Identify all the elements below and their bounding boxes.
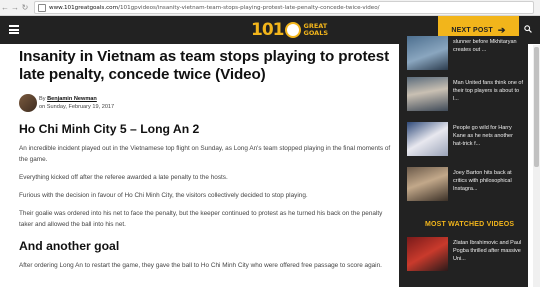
section-heading: Ho Chi Minh City 5 – Long An 2: [19, 122, 200, 136]
football-icon: [284, 22, 301, 38]
related-post-title: People go wild for Harry Kane as he nets…: [453, 125, 513, 147]
post-thumbnail: [407, 36, 448, 70]
article-paragraph: Furious with the decision in favour of H…: [19, 192, 308, 199]
most-watched-title: MOST WATCHED VIDEOS: [425, 221, 515, 228]
related-post[interactable]: People go wild for Harry Kane as he nets…: [407, 122, 524, 156]
search-icon[interactable]: [524, 24, 532, 34]
url-path: /101gpvideos/insanity-vietnam-team-stops…: [118, 4, 380, 11]
video-item[interactable]: Zlatan Ibrahimovic and Paul Pogba thrill…: [407, 237, 524, 271]
author-avatar: [19, 94, 37, 112]
post-thumbnail: [407, 122, 448, 156]
byline: By Benjamin Newman on Sunday, February 1…: [19, 93, 391, 113]
video-title: Zlatan Ibrahimovic and Paul Pogba thrill…: [453, 240, 522, 262]
article-title: Insanity in Vietnam as team stops playin…: [19, 48, 390, 83]
most-watched-videos: MOST WATCHED VIDEOS Zlatan Ibrahimovic a…: [399, 216, 528, 287]
related-post-title: Man United fans think one of their top p…: [453, 80, 524, 102]
post-thumbnail: [407, 167, 448, 201]
url-domain: www.101greatgoals.com: [49, 4, 119, 11]
related-post-title: Joey Barton hits back at critics with ph…: [453, 170, 512, 192]
related-posts-sidebar: slunner before Mkhitaryan creates out ..…: [399, 36, 528, 217]
back-icon[interactable]: ←: [0, 0, 10, 15]
menu-icon[interactable]: [9, 25, 19, 34]
author-link[interactable]: Benjamin Newman: [47, 96, 97, 102]
site-info-icon[interactable]: [38, 3, 46, 12]
next-post-label: NEXT POST: [451, 26, 493, 34]
logo-text: GREAT GOALS: [303, 22, 329, 37]
video-thumbnail: [407, 237, 448, 271]
related-post[interactable]: Joey Barton hits back at critics with ph…: [407, 167, 524, 201]
forward-icon[interactable]: →: [10, 0, 20, 15]
site-logo[interactable]: 101 GREAT GOALS: [251, 18, 328, 42]
browser-toolbar: ← → ↻ www.101greatgoals.com/101gpvideos/…: [0, 0, 540, 16]
address-bar[interactable]: www.101greatgoals.com/101gpvideos/insani…: [34, 1, 534, 14]
logo-number: 101: [251, 20, 284, 40]
arrow-right-icon: ➔: [497, 24, 506, 35]
reload-icon[interactable]: ↻: [20, 0, 30, 15]
scrollbar-thumb[interactable]: [534, 47, 539, 167]
related-post[interactable]: slunner before Mkhitaryan creates out ..…: [407, 36, 524, 70]
section-heading: And another goal: [19, 239, 120, 253]
article: Insanity in Vietnam as team stops playin…: [19, 48, 391, 271]
article-paragraph: Everything kicked off after the referee …: [19, 174, 228, 181]
article-paragraph: After ordering Long An to restart the ga…: [19, 262, 382, 269]
publish-date: on Sunday, February 19, 2017: [39, 104, 115, 110]
related-post-title: slunner before Mkhitaryan creates out ..…: [453, 39, 517, 53]
related-post[interactable]: Man United fans think one of their top p…: [407, 77, 524, 111]
by-prefix: By: [39, 96, 46, 102]
article-paragraph: Their goalie was ordered into his net to…: [19, 210, 383, 228]
article-paragraph: An incredible incident played out in the…: [19, 145, 391, 163]
page-scrollbar[interactable]: [533, 45, 540, 287]
post-thumbnail: [407, 77, 448, 111]
